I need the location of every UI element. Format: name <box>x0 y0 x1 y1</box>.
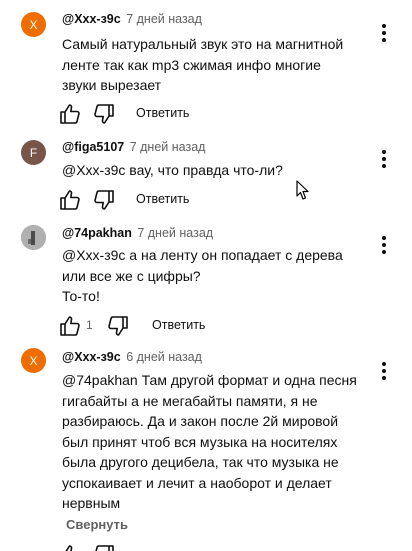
comment-actions <box>58 543 118 551</box>
comment-text: @Xxx-з9с а на ленту он попадает с дерева… <box>62 247 343 304</box>
comment-text: @Xxx-з9с вау, что правда что-ли? <box>62 162 283 178</box>
comment-author[interactable]: @74pakhan <box>62 226 132 240</box>
more-vert-icon[interactable] <box>378 24 390 42</box>
comment-author[interactable]: @Xxx-з9с <box>62 12 121 26</box>
more-vert-icon[interactable] <box>378 150 390 168</box>
avatar-letter: X <box>29 17 38 32</box>
comment-time[interactable]: 6 дней назад <box>126 350 202 364</box>
more-vert-icon[interactable] <box>378 236 390 254</box>
comment-time[interactable]: 7 дней назад <box>126 12 202 26</box>
collapse-button[interactable]: Свернуть <box>66 517 128 532</box>
avatar-image <box>21 225 46 250</box>
comment-time[interactable]: 7 дней назад <box>137 226 213 240</box>
avatar[interactable]: X <box>21 348 46 373</box>
avatar[interactable]: F <box>21 140 46 165</box>
comment-header: @Xxx-з9с 6 дней назад <box>62 350 202 364</box>
thumb-down-icon[interactable] <box>92 188 116 212</box>
thumb-up-icon[interactable] <box>58 188 82 212</box>
avatar[interactable]: X <box>21 12 46 37</box>
like-count: 1 <box>86 318 93 332</box>
avatar-letter: X <box>29 353 38 368</box>
comment-text: @74pakhan Там другой формат и одна песня… <box>62 372 357 511</box>
thumb-down-icon[interactable] <box>92 543 116 551</box>
reply-button[interactable]: Ответить <box>136 106 189 120</box>
reply-button[interactable]: Ответить <box>136 192 189 206</box>
comment-header: @74pakhan 7 дней назад <box>62 226 213 240</box>
thumb-up-icon[interactable] <box>58 314 82 338</box>
thumb-down-icon[interactable] <box>106 314 130 338</box>
thumb-up-icon[interactable] <box>58 543 82 551</box>
comment-author[interactable]: @Xxx-з9с <box>62 350 121 364</box>
comment-header: @figa5107 7 дней назад <box>62 140 205 154</box>
reply-button[interactable]: Ответить <box>152 318 205 332</box>
comment-header: @Xxx-з9с 7 дней назад <box>62 12 202 26</box>
thumb-up-icon[interactable] <box>58 102 82 126</box>
thumb-down-icon[interactable] <box>92 102 116 126</box>
avatar[interactable] <box>21 225 46 250</box>
more-vert-icon[interactable] <box>378 362 390 380</box>
comment-text: Самый натуральный звук это на магнитной … <box>62 36 344 93</box>
comment-author[interactable]: @figa5107 <box>62 140 124 154</box>
comment-time[interactable]: 7 дней назад <box>130 140 206 154</box>
avatar-letter: F <box>29 145 38 160</box>
mouse-pointer-icon <box>296 180 309 200</box>
